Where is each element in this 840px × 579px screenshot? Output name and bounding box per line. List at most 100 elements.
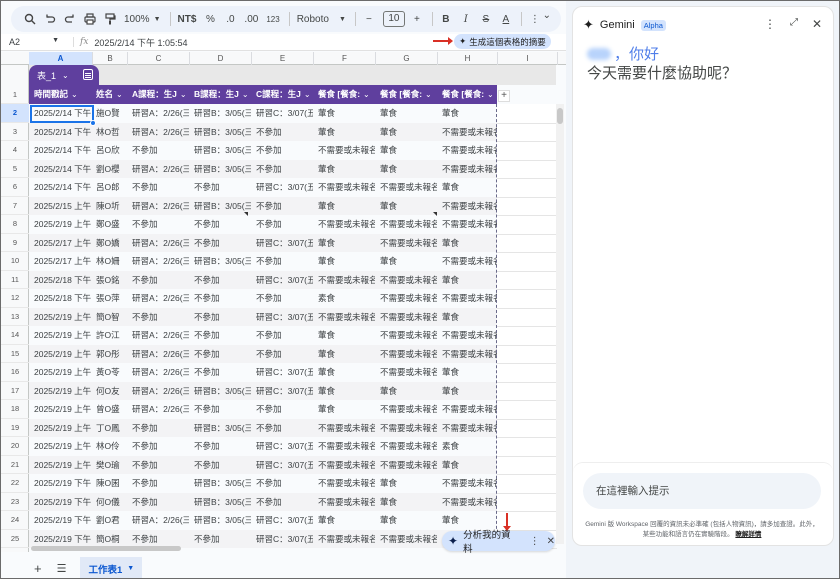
table-cell[interactable]: 許O江 [91, 326, 127, 345]
table-cell[interactable]: 葷食 [437, 308, 497, 327]
table-column-header[interactable]: 時間戳記 ⌄ [29, 85, 91, 104]
table-cell[interactable]: 葷食 [375, 474, 437, 493]
table-cell[interactable]: 不需要或未報名 [375, 308, 437, 327]
table-cell[interactable]: 2025/2/14 下午 [29, 160, 91, 179]
table-cell[interactable]: 研習C：3/07(五 [251, 382, 313, 401]
table-name-tab[interactable]: 表_1 ⌄ [29, 65, 99, 85]
table-cell[interactable]: 林O伶 [91, 437, 127, 456]
table-cell[interactable]: 不需要或未報名 [437, 141, 497, 160]
table-cell[interactable]: 不參加 [251, 197, 313, 216]
table-cell[interactable]: 研習B：3/05(三 [189, 382, 251, 401]
row-header[interactable]: 12 [1, 289, 29, 308]
increase-decimal-button[interactable]: .00 [241, 9, 261, 29]
table-cell[interactable]: 葷食 [437, 271, 497, 290]
table-cell[interactable]: 不需要或未報名 [375, 326, 437, 345]
table-cell[interactable]: 不參加 [127, 178, 189, 197]
table-cell[interactable]: 研習A：2/26(三 [127, 123, 189, 142]
more-options-icon[interactable]: ⋮ [530, 536, 540, 547]
table-cell[interactable]: 研習A：2/26(三 [127, 363, 189, 382]
table-cell[interactable]: 張O銘 [91, 271, 127, 290]
table-cell[interactable]: 不參加 [251, 326, 313, 345]
table-cell[interactable]: 不參加 [251, 400, 313, 419]
chevron-down-icon[interactable]: ⌄ [487, 90, 494, 99]
table-cell[interactable]: 葷食 [437, 456, 497, 475]
table-cell[interactable]: 不需要或未報名 [375, 419, 437, 438]
table-cell[interactable]: 不需要或未報名 [437, 400, 497, 419]
table-cell[interactable]: 研習A：2/26(三 [127, 345, 189, 364]
table-cell[interactable]: 葷食 [313, 382, 375, 401]
chevron-down-icon[interactable]: ⌄ [304, 90, 311, 99]
table-column-header[interactable]: B課程：生J ⌄ [189, 85, 251, 104]
table-cell[interactable]: 不需要或未報名 [375, 456, 437, 475]
table-cell[interactable]: 不參加 [189, 326, 251, 345]
more-options-icon[interactable]: ⋮ [526, 9, 544, 29]
table-cell[interactable]: 劉O君 [91, 511, 127, 530]
table-cell[interactable]: 不參加 [251, 123, 313, 142]
close-icon[interactable]: ✕ [547, 536, 555, 547]
row-header[interactable]: 18 [1, 400, 29, 419]
row-header[interactable]: 13 [1, 308, 29, 326]
table-cell[interactable]: 研習C：3/07(五 [251, 271, 313, 290]
paint-format-icon[interactable] [101, 9, 119, 29]
table-cell[interactable]: 葷食 [313, 345, 375, 364]
table-cell[interactable]: 不參加 [189, 308, 251, 327]
table-cell[interactable]: 不需要或未報名 [313, 456, 375, 475]
table-cell[interactable]: 不參加 [251, 493, 313, 512]
table-cell[interactable]: 不參加 [127, 474, 189, 493]
table-cell[interactable]: 不參加 [189, 363, 251, 382]
table-cell[interactable]: 2025/2/19 下午 [29, 511, 91, 530]
table-cell[interactable]: 2025/2/19 上午 [29, 308, 91, 327]
table-cell[interactable]: 呂O郎 [91, 178, 127, 197]
table-cell[interactable]: 不參加 [189, 271, 251, 290]
table-cell[interactable]: 研習A：2/26(三 [127, 160, 189, 179]
table-cell[interactable]: 不參加 [127, 437, 189, 456]
table-cell[interactable]: 何O友 [91, 382, 127, 401]
table-cell[interactable]: 研習C：3/07(五 [251, 437, 313, 456]
table-cell[interactable]: 不需要或未報名 [437, 474, 497, 493]
table-cell[interactable]: 研習C：3/07(五 [251, 104, 313, 123]
table-cell[interactable]: 陳O囷 [91, 474, 127, 493]
table-cell[interactable]: 葷食 [313, 363, 375, 382]
table-cell[interactable]: 不需要或未報名 [313, 141, 375, 160]
print-icon[interactable] [81, 9, 99, 29]
table-cell[interactable]: 研習B：3/05(三 [189, 419, 251, 438]
table-cell[interactable]: 葷食 [375, 197, 437, 216]
scrollbar-thumb[interactable] [31, 546, 181, 551]
row-header[interactable]: 20 [1, 437, 29, 456]
table-cell[interactable]: 不需要或未報名 [375, 215, 437, 234]
table-cell[interactable]: 研習C：3/07(五 [251, 511, 313, 530]
table-cell[interactable]: 2025/2/19 上午 [29, 437, 91, 456]
table-cell[interactable]: 葷食 [375, 252, 437, 271]
table-cell[interactable]: 不參加 [127, 141, 189, 160]
italic-button[interactable]: I [457, 9, 475, 29]
table-cell[interactable]: 不參加 [251, 345, 313, 364]
table-column-header[interactable]: C課程：生J ⌄ [251, 85, 313, 104]
table-cell[interactable]: 研習C：3/07(五 [251, 363, 313, 382]
table-cell[interactable]: 不參加 [189, 345, 251, 364]
font-size-input[interactable]: 10 [382, 11, 405, 27]
table-cell[interactable]: 葷食 [375, 493, 437, 512]
row-header[interactable]: 24 [1, 511, 29, 530]
table-column-header[interactable]: 餐食 [餐食: ⌄ [375, 85, 437, 104]
table-cell[interactable]: 不需要或未報名 [375, 437, 437, 456]
table-cell[interactable]: 2025/2/17 上午 [29, 252, 91, 271]
table-cell[interactable]: 研習B：3/05(三 [189, 141, 251, 160]
table-cell[interactable]: 不需要或未報名 [375, 289, 437, 308]
scrollbar-thumb[interactable] [557, 108, 563, 124]
table-cell[interactable]: 不參加 [127, 215, 189, 234]
table-cell[interactable]: 不需要或未報名 [313, 419, 375, 438]
table-cell[interactable]: 不參加 [189, 289, 251, 308]
table-cell[interactable]: 不需要或未報名 [313, 178, 375, 197]
row-header[interactable]: 4 [1, 141, 29, 160]
table-cell[interactable]: 不需要或未報名 [437, 197, 497, 216]
table-cell[interactable]: 張O萍 [91, 289, 127, 308]
chevron-down-icon[interactable]: ⌄ [242, 90, 249, 99]
table-cell[interactable]: 葷食 [437, 363, 497, 382]
table-cell[interactable]: 研習B：3/05(三 [189, 160, 251, 179]
table-cell[interactable]: 不參加 [251, 160, 313, 179]
table-cell[interactable]: 不參加 [251, 474, 313, 493]
table-cell[interactable]: 2025/2/19 上午 [29, 345, 91, 364]
table-cell[interactable]: 陳O圻 [91, 197, 127, 216]
zoom-select[interactable]: 100% ▼ [121, 9, 164, 29]
table-cell[interactable]: 不參加 [127, 271, 189, 290]
